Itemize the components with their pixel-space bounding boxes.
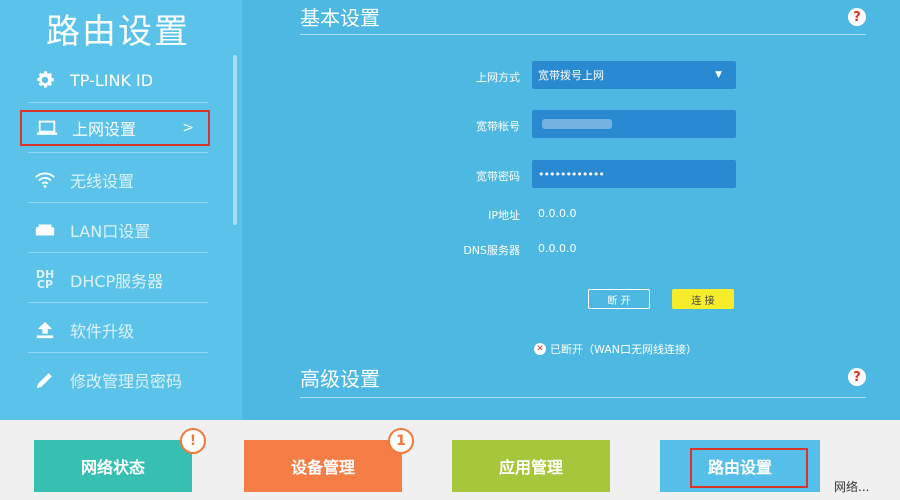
- main-panel: 基本设置 ? 上网方式 宽带拨号上网 ▼ 宽带帐号 宽带密码 •••••••••…: [242, 0, 900, 420]
- disconnect-button[interactable]: 断 开: [588, 289, 650, 309]
- sidebar-divider: [28, 202, 208, 203]
- count-badge: 1: [388, 428, 414, 454]
- sidebar-item-dhcp[interactable]: DH CP DHCP服务器: [20, 262, 210, 298]
- help-icon[interactable]: ?: [848, 8, 866, 26]
- error-icon: ✕: [534, 343, 546, 355]
- sidebar-divider: [28, 302, 208, 303]
- password-label: 宽带密码: [476, 170, 520, 183]
- basic-settings-title: 基本设置: [300, 6, 380, 30]
- sidebar-item-label: 修改管理员密码: [70, 372, 183, 391]
- sidebar-item-label: TP-LINK ID: [70, 70, 154, 90]
- section-divider: [300, 34, 866, 35]
- sidebar-item-label: 无线设置: [70, 172, 135, 191]
- tile-label: 设备管理: [290, 458, 355, 477]
- sidebar-item-label: DHCP服务器: [70, 272, 164, 291]
- account-label: 宽带帐号: [476, 120, 520, 133]
- active-tile-highlight: [690, 448, 808, 488]
- sidebar-item-tplink-id[interactable]: TP-LINK ID: [20, 62, 210, 98]
- corner-text: 网络...: [834, 480, 870, 494]
- sidebar-divider: [28, 352, 208, 353]
- sidebar-item-wireless[interactable]: 无线设置: [20, 162, 210, 198]
- alert-badge: !: [180, 428, 206, 454]
- sidebar: 路由设置 TP-LINK ID 上网设置 > 无线设置 LAN口设置 DH CP…: [0, 0, 242, 420]
- sidebar-item-label: 软件升级: [70, 322, 135, 341]
- pencil-icon: [32, 367, 58, 393]
- lan-icon: [32, 217, 58, 243]
- sidebar-divider: [28, 102, 208, 103]
- sidebar-scrollbar[interactable]: [233, 55, 237, 225]
- dropdown-arrow-icon: ▼: [715, 70, 722, 80]
- sidebar-item-lan[interactable]: LAN口设置: [20, 212, 210, 248]
- wifi-icon: [32, 167, 58, 193]
- status-text: 已断开（WAN口无网线连接）: [550, 343, 698, 356]
- tile-network-status[interactable]: 网络状态: [34, 440, 192, 492]
- help-icon[interactable]: ?: [848, 368, 866, 386]
- sidebar-item-firmware[interactable]: 软件升级: [20, 312, 210, 348]
- tile-label: 网络状态: [80, 458, 145, 477]
- advanced-settings-title[interactable]: 高级设置: [300, 363, 380, 392]
- ip-label: IP地址: [488, 209, 520, 222]
- laptop-icon: [34, 115, 60, 141]
- tile-app-management[interactable]: 应用管理: [452, 440, 610, 492]
- gear-icon: [32, 67, 58, 93]
- sidebar-divider: [28, 152, 208, 153]
- connection-status: ✕ 已断开（WAN口无网线连接）: [534, 341, 697, 357]
- sidebar-item-label: 上网设置: [72, 120, 137, 139]
- sidebar-divider: [28, 252, 208, 253]
- chevron-right-icon: >: [182, 120, 194, 136]
- account-value-redacted: [542, 119, 612, 129]
- connect-button[interactable]: 连 接: [672, 289, 734, 309]
- upload-icon: [32, 317, 58, 343]
- dhcp-icon: DH CP: [35, 268, 55, 291]
- account-input[interactable]: [532, 110, 736, 138]
- tile-device-management[interactable]: 设备管理: [244, 440, 402, 492]
- dns-label: DNS服务器: [463, 244, 520, 257]
- section-divider: [300, 397, 866, 398]
- sidebar-title: 路由设置: [46, 12, 190, 52]
- conn-type-label: 上网方式: [476, 71, 520, 84]
- sidebar-item-label: LAN口设置: [70, 222, 151, 241]
- conn-type-value: 宽带拨号上网: [538, 69, 604, 82]
- sidebar-item-internet-settings[interactable]: 上网设置 >: [20, 110, 210, 146]
- sidebar-item-admin-password[interactable]: 修改管理员密码: [20, 362, 210, 398]
- ip-value: 0.0.0.0: [538, 207, 577, 220]
- tile-label: 应用管理: [498, 458, 563, 477]
- password-value: ••••••••••••: [538, 167, 605, 181]
- password-input[interactable]: ••••••••••••: [532, 160, 736, 188]
- conn-type-select[interactable]: 宽带拨号上网 ▼: [532, 61, 736, 89]
- dns-value: 0.0.0.0: [538, 242, 577, 255]
